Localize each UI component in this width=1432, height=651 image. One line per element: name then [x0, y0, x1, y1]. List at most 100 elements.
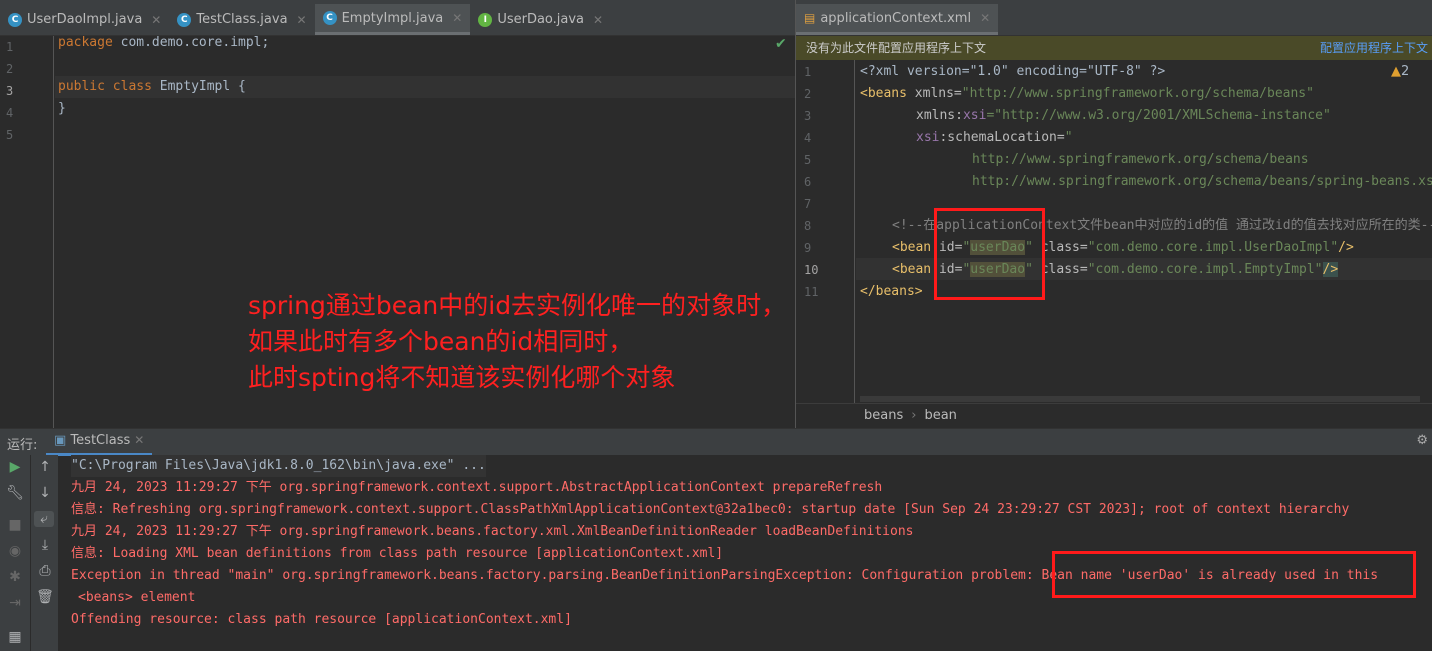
annotation-text: spring通过bean中的id去实例化唯一的对象时， 如果此时有多个bean的…	[248, 288, 786, 396]
xml-line-5[interactable]: http://www.springframework.org/schema/be…	[972, 149, 1309, 171]
xml-line-3[interactable]: xmlns:xsi="http://www.w3.org/2001/XMLSch…	[916, 105, 1331, 127]
keyword: public	[58, 79, 105, 94]
run-toolbar-left: ▶ 🔧︎ ■ ◉ ✱ ⇥ ▦	[0, 455, 30, 651]
run-icon[interactable]: ▶	[5, 459, 25, 475]
annotation-line: 此时spting将不知道该实例化哪个对象	[248, 363, 676, 392]
keyword: package	[58, 35, 113, 50]
keyword: class	[112, 79, 152, 94]
xml-line-2[interactable]: <beans xmlns="http://www.springframework…	[860, 83, 1314, 105]
arrow-down-icon[interactable]: ↓	[35, 485, 55, 501]
console-line: 信息: Loading XML bean definitions from cl…	[71, 546, 724, 561]
bug-icon[interactable]: ✱	[5, 569, 25, 585]
line-number: 3	[6, 84, 14, 98]
run-toolbar-right: ↑ ↓ ⤶ ⤓ ⎙ 🗑︎	[30, 455, 58, 651]
xml-tag: <beans	[860, 86, 907, 101]
xml-tag: />	[1322, 262, 1339, 277]
line-number: 9	[804, 241, 812, 255]
console-line: <beans> element	[78, 590, 196, 605]
line-number: 2	[6, 62, 14, 76]
tab-applicationcontext[interactable]: ▤ applicationContext.xml ✕	[796, 4, 999, 35]
breadcrumb-bean[interactable]: bean	[924, 408, 956, 423]
xml-value: "com.demo.core.impl.EmptyImpl"	[1087, 262, 1323, 277]
left-gutter: 1 2 3 4 5	[0, 36, 54, 428]
class-icon: C	[8, 12, 22, 27]
xml-attr: xmlns=	[906, 86, 962, 101]
line-number: 11	[804, 285, 819, 299]
wrench-icon[interactable]: 🔧︎	[5, 485, 25, 501]
class-icon: C	[322, 11, 337, 25]
xml-tag: <bean	[892, 240, 932, 255]
horizontal-scrollbar[interactable]	[860, 396, 1420, 402]
line-number: 4	[6, 106, 14, 120]
line-number: 4	[804, 131, 812, 145]
highlight-box-ids	[934, 208, 1045, 300]
tab-label: applicationContext.xml	[820, 10, 972, 26]
console-icon: ▣	[54, 433, 67, 448]
check-icon: ✔	[775, 36, 787, 52]
camera-icon[interactable]: ◉	[5, 543, 25, 559]
line-number: 3	[804, 109, 812, 123]
close-icon[interactable]: ✕	[134, 433, 144, 447]
tab-label: UserDao.java	[497, 12, 585, 27]
close-icon[interactable]: ✕	[151, 13, 161, 27]
scroll-to-end-icon[interactable]: ⤓	[35, 537, 55, 553]
console-line: "C:\Program Files\Java\jdk1.8.0_162\bin\…	[71, 455, 486, 477]
tab-label: EmptyImpl.java	[341, 10, 444, 26]
warning-indicator[interactable]: ▲2	[1391, 64, 1409, 79]
xml-attr: :schemaLocation=	[939, 130, 1065, 145]
banner-text: 没有为此文件配置应用程序上下文	[806, 41, 987, 55]
tab-testclass[interactable]: C TestClass.java ✕	[169, 4, 314, 35]
code-text: EmptyImpl {	[151, 79, 246, 94]
code-line-3[interactable]: public class EmptyImpl {	[58, 76, 246, 98]
close-icon[interactable]: ✕	[297, 13, 307, 27]
arrow-up-icon[interactable]: ↑	[35, 459, 55, 475]
line-number: 8	[804, 219, 812, 233]
line-number: 5	[804, 153, 812, 167]
layout-icon[interactable]: ▦	[5, 629, 25, 645]
line-number: 7	[804, 197, 812, 211]
exit-icon[interactable]: ⇥	[5, 595, 25, 611]
tab-label: UserDaoImpl.java	[27, 12, 143, 27]
line-number: 5	[6, 128, 14, 142]
line-number: 2	[804, 87, 812, 101]
xml-value: ="http://www.w3.org/2001/XMLSchema-insta…	[986, 108, 1331, 123]
xml-tag: <bean	[892, 262, 932, 277]
trash-icon[interactable]: 🗑︎	[35, 589, 55, 605]
tab-userdao[interactable]: I UserDao.java ✕	[470, 4, 611, 35]
code-line-1[interactable]: package com.demo.core.impl;	[58, 32, 269, 54]
configure-context-link[interactable]: 配置应用程序上下文	[1320, 36, 1428, 60]
xml-file-icon: ▤	[804, 11, 816, 25]
xml-attr: xmlns:	[916, 108, 963, 123]
tab-emptyimpl[interactable]: C EmptyImpl.java ✕	[314, 4, 471, 35]
xml-line-1[interactable]: <?xml version="1.0" encoding="UTF-8" ?>	[860, 61, 1165, 83]
tab-label: TestClass.java	[196, 12, 288, 27]
line-number: 6	[804, 175, 812, 189]
xml-line-6[interactable]: http://www.springframework.org/schema/be…	[972, 171, 1432, 193]
print-icon[interactable]: ⎙	[35, 563, 55, 579]
console-line: 九月 24, 2023 11:29:27 下午 org.springframew…	[71, 480, 883, 495]
tab-label: TestClass	[70, 433, 131, 448]
xml-line-11[interactable]: </beans>	[860, 281, 923, 303]
soft-wrap-icon[interactable]: ⤶	[34, 511, 54, 527]
breadcrumb-beans[interactable]: beans	[864, 408, 903, 423]
xml-value: "com.demo.core.impl.UserDaoImpl"	[1087, 240, 1339, 255]
code-line-4[interactable]: }	[58, 98, 66, 120]
warning-icon: ▲	[1391, 64, 1401, 79]
tab-userdaoimpl[interactable]: C UserDaoImpl.java ✕	[0, 4, 169, 35]
close-icon[interactable]: ✕	[980, 11, 990, 25]
close-icon[interactable]: ✕	[593, 13, 603, 27]
stop-icon[interactable]: ■	[5, 517, 25, 533]
class-icon: C	[177, 12, 192, 27]
annotation-line: spring通过bean中的id去实例化唯一的对象时，	[248, 291, 787, 320]
xml-tag: />	[1338, 240, 1354, 255]
highlight-box-error	[1052, 551, 1416, 598]
xml-namespace: xsi	[962, 108, 987, 123]
tab-testclass-run[interactable]: ▣ TestClass ✕	[46, 429, 153, 456]
right-tab-bar: ▤ applicationContext.xml ✕	[796, 0, 1432, 36]
run-label: 运行:	[7, 438, 38, 453]
close-icon[interactable]: ✕	[452, 11, 462, 25]
gear-icon[interactable]: ⚙	[1416, 433, 1428, 448]
xml-line-4[interactable]: xsi:schemaLocation="	[916, 127, 1073, 149]
run-panel-header: 运行: ▣ TestClass ✕ ⚙	[0, 428, 1432, 456]
xml-value: "http://www.springframework.org/schema/b…	[961, 86, 1314, 101]
